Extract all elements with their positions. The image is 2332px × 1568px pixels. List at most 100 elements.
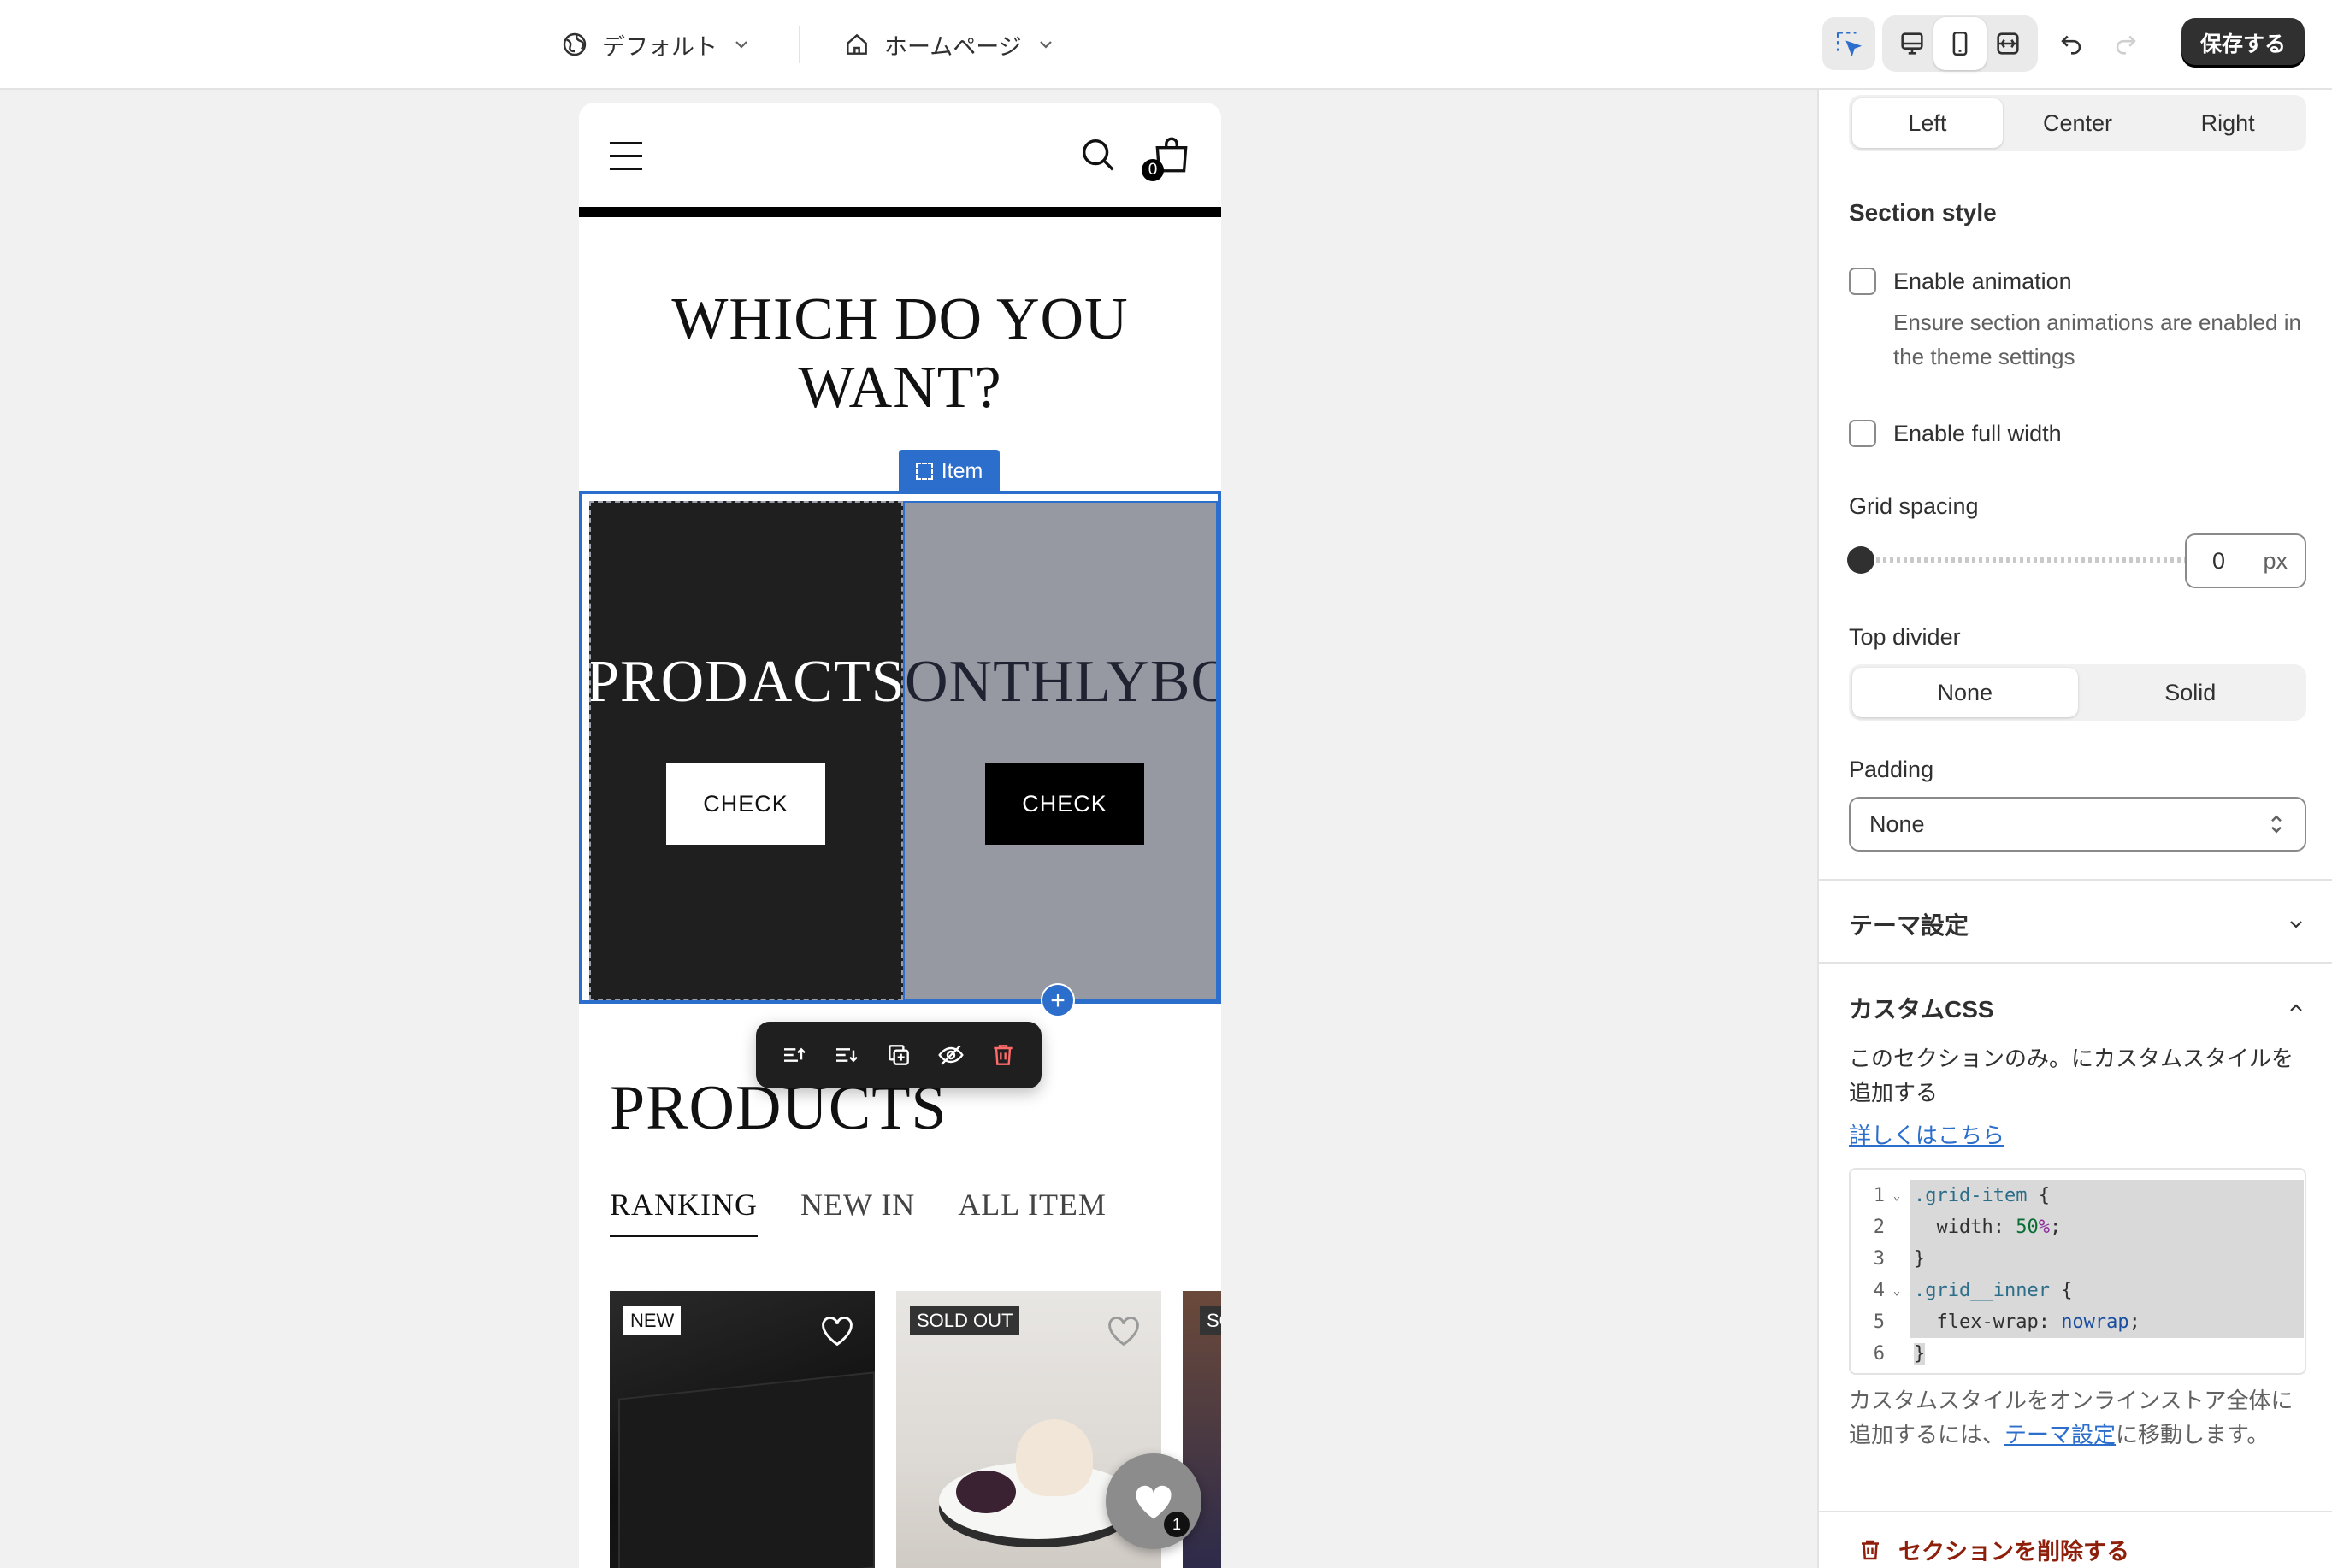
grid-item-title: PRODACTS <box>589 649 903 715</box>
custom-css-description: このセクションのみ。にカスタムスタイルを追加する <box>1849 1046 2294 1105</box>
divider-solid-option[interactable]: Solid <box>2078 668 2304 717</box>
settings-sidebar: Left Center Right Section style Enable a… <box>1817 90 2332 1568</box>
top-divider-label: Top divider <box>1849 624 1961 650</box>
code-line: 2 width: 50%; <box>1851 1211 2305 1243</box>
page-selector[interactable]: ホームページ <box>843 22 1056 67</box>
mobile-view-button[interactable] <box>1933 17 1987 70</box>
theme-settings-heading: テーマ設定 <box>1849 912 1969 939</box>
redo-icon <box>2116 35 2136 55</box>
custom-css-heading: カスタムCSS <box>1849 996 1994 1023</box>
sold-out-badge: SO <box>1200 1306 1221 1335</box>
theme-settings-accordion[interactable]: テーマ設定 <box>1849 907 2306 941</box>
wishlist-button[interactable] <box>818 1313 856 1347</box>
hamburger-menu-icon[interactable] <box>610 142 642 171</box>
chevron-up-icon <box>2290 1004 2302 1011</box>
code-line: 6 } <box>1873 1343 1926 1365</box>
chevron-down-icon <box>735 41 747 49</box>
css-code-editor[interactable]: 1 ⌄ .grid-item { 2 width: 50%; 3 } 4 ⌄ .gr… <box>1849 1168 2306 1375</box>
hide-button[interactable] <box>932 1036 970 1074</box>
grid-spacing-slider[interactable] <box>1849 557 2191 563</box>
grid-item-products[interactable]: PRODACTS CHECK <box>589 501 903 1000</box>
enable-full-width-label: Enable full width <box>1893 421 2062 446</box>
check-button[interactable]: CHECK <box>985 763 1144 845</box>
page-label: ホームページ <box>884 33 1022 60</box>
select-tool-button[interactable] <box>1822 17 1875 70</box>
enable-animation-help: Ensure section animations are enabled in… <box>1893 309 2301 369</box>
tab-all-item[interactable]: ALL ITEM <box>958 1187 1107 1237</box>
move-up-button[interactable] <box>776 1036 813 1074</box>
code-line: 1 ⌄ .grid-item { <box>1851 1180 2305 1211</box>
grid-item-title: ONTHLYBO <box>905 649 1218 715</box>
grid-spacing-slider-handle[interactable] <box>1847 546 1874 574</box>
custom-css-accordion[interactable]: カスタムCSS <box>1849 991 2306 1025</box>
fold-chevron-icon[interactable]: ⌄ <box>1888 1189 1905 1203</box>
favorites-floating-button[interactable] <box>1106 1453 1201 1549</box>
delete-section-button[interactable]: セクションを削除する <box>1857 1533 2129 1566</box>
align-left-option[interactable]: Left <box>1852 98 2003 148</box>
grid-section-selection[interactable]: PRODACTS CHECK ONTHLYBO CHECK <box>579 491 1221 1004</box>
padding-label: Padding <box>1849 757 1934 782</box>
select-cursor-icon <box>1836 31 1863 57</box>
add-block-button[interactable]: + <box>1041 983 1075 1017</box>
mobile-icon <box>1952 31 1968 56</box>
delete-section-label: セクションを削除する <box>1898 1539 2129 1565</box>
fullscreen-view-button[interactable] <box>1981 17 2034 70</box>
product-card[interactable]: NEW <box>610 1291 875 1568</box>
duplicate-icon <box>889 1045 909 1065</box>
divider-none-option[interactable]: None <box>1852 668 2078 717</box>
product-tabs: RANKING NEW IN ALL ITEM <box>610 1187 1107 1237</box>
enable-animation-checkbox[interactable] <box>1849 268 1876 295</box>
padding-select[interactable]: None <box>1849 797 2306 852</box>
align-right-option[interactable]: Right <box>2152 98 2303 148</box>
undo-button[interactable] <box>2045 17 2098 70</box>
eye-off-icon <box>938 1045 964 1065</box>
section-divider <box>1819 962 2332 964</box>
tab-ranking[interactable]: RANKING <box>610 1187 758 1237</box>
grid-spacing-input[interactable]: 0 px <box>2185 533 2306 588</box>
selected-block-tag[interactable]: Item <box>899 450 1000 492</box>
save-button[interactable]: 保存する <box>2181 18 2305 68</box>
section-divider <box>1819 1511 2332 1512</box>
duplicate-button[interactable] <box>880 1036 918 1074</box>
chevron-down-icon <box>2290 921 2302 928</box>
enable-full-width-checkbox[interactable] <box>1849 420 1876 447</box>
enable-animation-label: Enable animation <box>1893 268 2072 294</box>
header-divider-bar <box>579 207 1221 217</box>
store-header: 0 <box>579 103 1221 207</box>
cart-count-badge: 0 <box>1142 159 1164 181</box>
storefront-preview: 0 WHICH DO YOU WANT? Item PRODACTS CHECK… <box>579 103 1221 1568</box>
desktop-view-button[interactable] <box>1886 17 1939 70</box>
grid-spacing-unit: px <box>2263 547 2288 574</box>
chevron-down-icon <box>1039 41 1052 49</box>
theme-settings-link[interactable]: テーマ設定 <box>2004 1422 2116 1447</box>
heading-line-1: WHICH DO YOU <box>671 286 1129 352</box>
product-image <box>618 1371 875 1568</box>
grid-spacing-value: 0 <box>2212 547 2226 574</box>
trash-icon <box>1862 1540 1879 1559</box>
grid-spacing-label: Grid spacing <box>1849 493 1979 519</box>
favorites-count-badge: 1 <box>1164 1512 1190 1537</box>
undo-icon <box>2061 35 2081 55</box>
grid-item-monthly-box[interactable]: ONTHLYBO CHECK <box>903 501 1218 1000</box>
desktop-icon <box>1901 32 1923 55</box>
move-down-button[interactable] <box>828 1036 865 1074</box>
theme-selector[interactable]: デフォルト <box>561 22 752 67</box>
fold-chevron-icon[interactable]: ⌄ <box>1888 1284 1905 1298</box>
redo-button[interactable] <box>2099 17 2152 70</box>
wishlist-button[interactable] <box>1105 1313 1142 1347</box>
code-line: 4 ⌄ .grid__inner { <box>1851 1275 2305 1306</box>
editor-topbar: デフォルト ホームページ 保存する <box>0 0 2332 90</box>
move-down-icon <box>835 1048 858 1063</box>
tab-new-in[interactable]: NEW IN <box>800 1187 915 1237</box>
code-line: 5 flex-wrap: nowrap; <box>1851 1306 2305 1338</box>
delete-block-button[interactable] <box>984 1036 1022 1074</box>
search-icon[interactable] <box>1078 135 1118 174</box>
code-line: 3 } <box>1851 1243 2305 1275</box>
align-center-option[interactable]: Center <box>2003 98 2153 148</box>
block-actions-toolbar <box>756 1022 1042 1088</box>
section-divider <box>1819 879 2332 881</box>
product-image-detail <box>956 1471 1016 1513</box>
learn-more-link[interactable]: 詳しくはこちら <box>1849 1118 2004 1150</box>
check-button[interactable]: CHECK <box>666 763 825 845</box>
section-style-heading: Section style <box>1849 199 1997 226</box>
